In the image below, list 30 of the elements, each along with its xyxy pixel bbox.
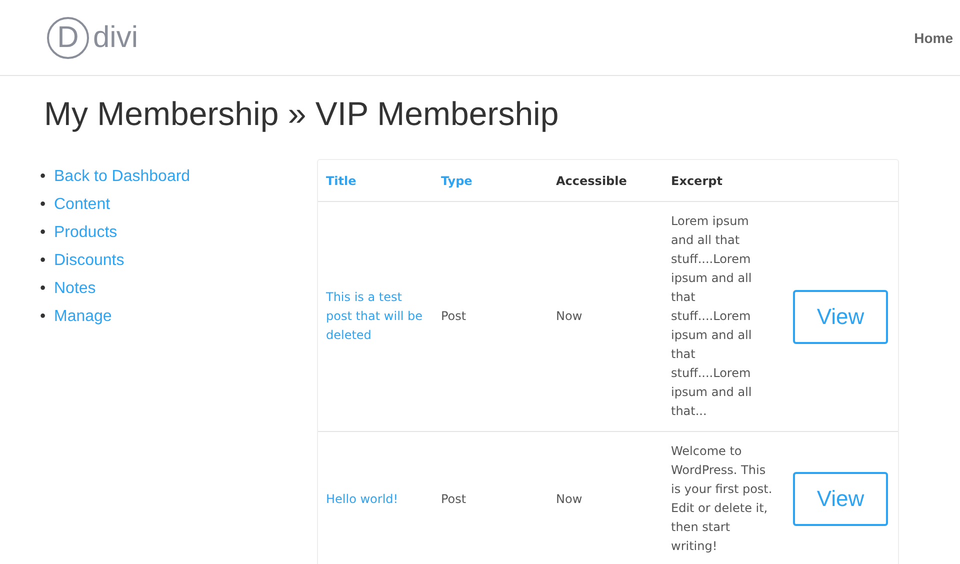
logo-text[interactable]: divi [93, 20, 138, 54]
table-cell: Now [556, 309, 582, 323]
post-title-link[interactable]: Hello world! [326, 490, 425, 508]
table-cell: Post [441, 492, 466, 506]
view-button[interactable]: View [793, 472, 888, 526]
bullet: • [40, 251, 47, 271]
bullet: • [40, 167, 47, 187]
post-title-link[interactable]: This is a test post that will be deleted [326, 288, 425, 345]
view-button[interactable]: View [793, 290, 888, 344]
page-title: My Membership » VIP Membership [44, 95, 560, 133]
bullet: • [40, 279, 47, 299]
sidebar-link[interactable]: Discounts [54, 252, 124, 269]
sidebar-link[interactable]: Back to Dashboard [54, 168, 190, 185]
table-cell: Now [556, 492, 582, 506]
column-header-link[interactable]: Type [441, 174, 472, 188]
column-header: Accessible [556, 174, 627, 188]
bullet: • [40, 195, 47, 215]
table-cell: Post [441, 309, 466, 323]
column-header: Excerpt [671, 174, 722, 188]
sidebar-link[interactable]: Notes [54, 280, 96, 297]
logo-circle-letter[interactable]: D [47, 16, 89, 58]
nav-link[interactable]: Home [914, 30, 953, 46]
bullet: • [40, 223, 47, 243]
sidebar-link[interactable]: Content [54, 196, 110, 213]
excerpt-text: Lorem ipsum and all that stuff....Lorem ipsum and all that stuff....Lorem ipsum and all that stuff....Lorem ipsum and all that... [671, 214, 752, 418]
column-header-link[interactable]: Title [326, 174, 356, 188]
sidebar-link[interactable]: Manage [54, 308, 112, 325]
excerpt-text: Welcome to WordPress. This is your first post. Edit or delete it, then start writing! [671, 444, 772, 553]
sidebar-link[interactable]: Products [54, 224, 118, 241]
bullet: • [40, 307, 47, 327]
